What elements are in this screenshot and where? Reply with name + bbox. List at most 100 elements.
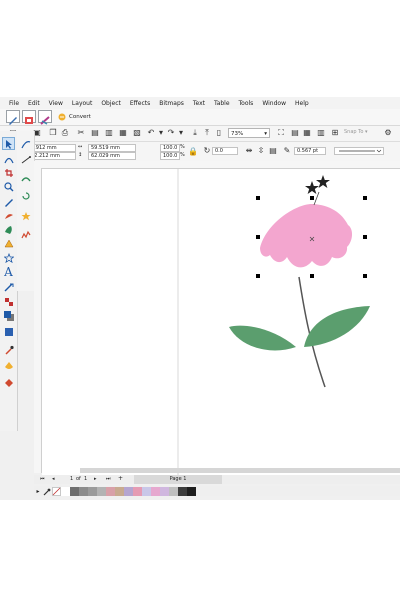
paste-special-icon[interactable]: ▦	[118, 128, 128, 138]
handle-bottom-left[interactable]	[256, 274, 260, 278]
gear-icon[interactable]: ⚙	[383, 128, 393, 138]
scale-x-field[interactable]: 100.0	[160, 144, 180, 152]
menu-text[interactable]: Text	[188, 100, 209, 107]
lock-ratio-icon[interactable]: 🔒	[188, 147, 198, 157]
next-page-icon[interactable]: ▸	[94, 476, 97, 482]
menu-window[interactable]: Window	[258, 100, 291, 107]
color-swatch[interactable]	[106, 486, 115, 496]
snap-to-dropdown[interactable]: Snap To ▾	[344, 129, 368, 135]
artistic-media-tool[interactable]	[2, 209, 15, 222]
text-tool[interactable]: A	[2, 265, 15, 279]
cut-icon[interactable]: ✂	[76, 128, 86, 138]
right-leaf[interactable]	[304, 306, 370, 347]
eyedropper-icon[interactable]	[42, 487, 52, 496]
brush-button[interactable]	[38, 110, 52, 125]
color-swatch[interactable]	[142, 486, 151, 496]
convert-button[interactable]: Convert	[57, 111, 91, 123]
export-arrow-icon[interactable]: ⤒	[202, 128, 212, 138]
menu-table[interactable]: Table	[210, 100, 235, 107]
copy-icon[interactable]: ❐	[48, 128, 58, 138]
print-icon[interactable]: ⎙	[60, 128, 70, 138]
color-swatch[interactable]	[124, 486, 133, 496]
rectangle-tool[interactable]	[2, 223, 15, 236]
flyout-smear-tool[interactable]	[19, 171, 32, 184]
no-color-swatch[interactable]	[52, 486, 61, 496]
horizontal-scrollbar[interactable]	[80, 468, 400, 473]
prev-page-icon[interactable]: ◂	[52, 476, 55, 482]
mirror-vertical-icon[interactable]: ⇳	[256, 146, 266, 156]
x-position-field[interactable]: 9.912 mm	[28, 144, 76, 152]
handle-middle-left[interactable]	[256, 235, 260, 239]
ellipse-tool[interactable]	[2, 237, 15, 250]
drop-shadow-tool[interactable]	[2, 309, 15, 322]
add-page-icon[interactable]: +	[118, 475, 123, 482]
rotation-field[interactable]: 0.0	[212, 147, 238, 155]
outline-width-field[interactable]: 0.567 pt	[294, 147, 326, 155]
handle-top-center[interactable]	[310, 196, 314, 200]
flyout-bezier-tool[interactable]	[19, 153, 32, 166]
left-leaf[interactable]	[229, 325, 296, 351]
parallel-dimension-tool[interactable]	[2, 281, 15, 294]
handle-top-right[interactable]	[363, 196, 367, 200]
color-swatch[interactable]	[70, 486, 79, 496]
drawing-canvas[interactable]	[42, 169, 400, 475]
flyout-star-tool[interactable]	[19, 209, 32, 222]
color-swatch[interactable]	[160, 486, 169, 496]
menu-help[interactable]: Help	[290, 100, 313, 107]
menu-edit[interactable]: Edit	[24, 100, 45, 107]
color-swatch[interactable]	[169, 486, 178, 496]
color-swatch[interactable]	[187, 486, 196, 496]
height-field[interactable]: 62.029 mm	[88, 152, 136, 160]
full-screen-icon[interactable]: ⛶	[276, 128, 286, 138]
page-tab[interactable]: Page 1	[134, 475, 222, 484]
color-swatch[interactable]	[88, 486, 97, 496]
pick-tool[interactable]	[2, 137, 15, 150]
smart-fill-tool[interactable]	[2, 375, 15, 388]
undo-dropdown-icon[interactable]: ▾	[156, 128, 166, 138]
menu-layout[interactable]: Layout	[67, 100, 96, 107]
clipboard-icon[interactable]: ▥	[104, 128, 114, 138]
handle-bottom-right[interactable]	[363, 274, 367, 278]
pen-tool-button[interactable]	[6, 110, 20, 125]
mirror-horizontal-icon[interactable]: ⇹	[244, 146, 254, 156]
polygon-tool[interactable]	[2, 251, 15, 264]
shape-tool[interactable]	[2, 152, 15, 165]
menu-effects[interactable]: Effects	[125, 100, 154, 107]
vertical-ruler[interactable]	[34, 168, 42, 473]
flyout-twirl-tool[interactable]	[19, 189, 32, 202]
wrap-text-icon[interactable]: ▤	[268, 146, 278, 156]
color-swatch[interactable]	[178, 486, 187, 496]
interactive-fill-tool[interactable]	[2, 359, 15, 372]
bitmap-trace-button[interactable]	[22, 110, 36, 124]
flyout-pen-tool[interactable]	[19, 137, 32, 150]
menu-tools[interactable]: Tools	[234, 100, 258, 107]
flower-head[interactable]	[260, 203, 353, 268]
menu-file[interactable]: File	[0, 100, 24, 107]
first-page-icon[interactable]: ⏮	[40, 476, 45, 482]
guidelines-icon[interactable]: ▥	[316, 128, 326, 138]
color-swatch[interactable]	[79, 486, 88, 496]
zoom-level-field[interactable]: 73% ▾	[228, 128, 270, 138]
undo-icon[interactable]: ↶	[146, 128, 156, 138]
connector-tool[interactable]	[2, 295, 15, 308]
grid-icon[interactable]: ▦	[302, 128, 312, 138]
last-page-icon[interactable]: ⏭	[106, 476, 111, 482]
redo-icon[interactable]: ↷	[166, 128, 176, 138]
menu-view[interactable]: View	[44, 100, 67, 107]
horizontal-ruler[interactable]	[34, 161, 400, 169]
export-icon[interactable]: ▧	[132, 128, 142, 138]
handle-top-left[interactable]	[256, 196, 260, 200]
color-swatch[interactable]	[133, 486, 142, 496]
zoom-tool[interactable]	[2, 180, 15, 193]
crop-tool[interactable]	[2, 166, 15, 179]
menu-bitmaps[interactable]: Bitmaps	[155, 100, 189, 107]
redo-dropdown-icon[interactable]: ▾	[176, 128, 186, 138]
flyout-roughen-tool[interactable]	[19, 227, 32, 240]
color-swatch[interactable]	[151, 486, 160, 496]
publish-pdf-icon[interactable]: ▯	[214, 128, 224, 138]
line-style-field[interactable]	[334, 147, 384, 155]
dynamic-guides-icon[interactable]: ⊞	[330, 128, 340, 138]
handle-middle-right[interactable]	[363, 235, 367, 239]
width-field[interactable]: 59.519 mm	[88, 144, 136, 152]
color-swatch[interactable]	[61, 486, 70, 496]
